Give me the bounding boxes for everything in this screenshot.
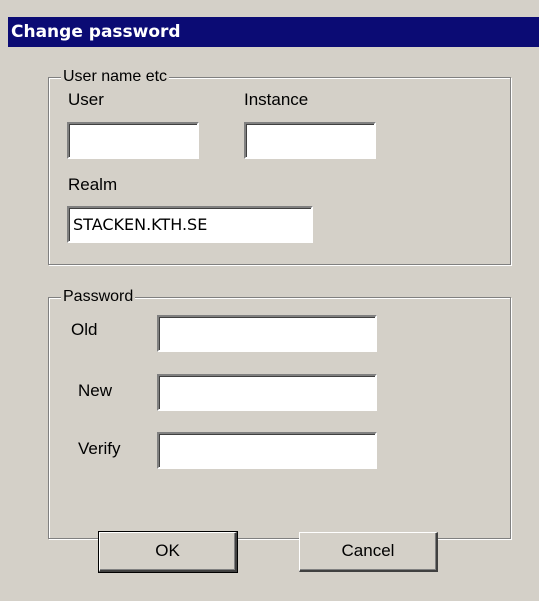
- new-password-label: New: [78, 381, 113, 400]
- password-group-legend: Password: [61, 287, 136, 307]
- cancel-button-label: Cancel: [341, 541, 395, 560]
- ok-button[interactable]: OK: [98, 531, 238, 573]
- change-password-dialog: Change password User name etc User Insta…: [0, 0, 539, 601]
- user-input[interactable]: [67, 122, 199, 159]
- window-title: Change password: [11, 22, 181, 42]
- title-bar[interactable]: Change password: [8, 17, 539, 47]
- verify-password-input[interactable]: [157, 432, 377, 469]
- user-label: User: [68, 90, 104, 109]
- old-password-input[interactable]: [157, 315, 377, 352]
- new-password-input[interactable]: [157, 374, 377, 411]
- user-name-group-legend: User name etc: [61, 67, 170, 87]
- old-password-label: Old: [71, 320, 98, 339]
- dialog-client-area: User name etc User Instance Realm Passwo…: [8, 47, 539, 601]
- ok-button-label: OK: [155, 541, 180, 560]
- verify-password-label: Verify: [78, 439, 121, 458]
- realm-label: Realm: [68, 175, 118, 194]
- instance-input[interactable]: [244, 122, 376, 159]
- cancel-button[interactable]: Cancel: [299, 532, 438, 572]
- realm-input[interactable]: [67, 206, 313, 243]
- instance-label: Instance: [244, 90, 309, 109]
